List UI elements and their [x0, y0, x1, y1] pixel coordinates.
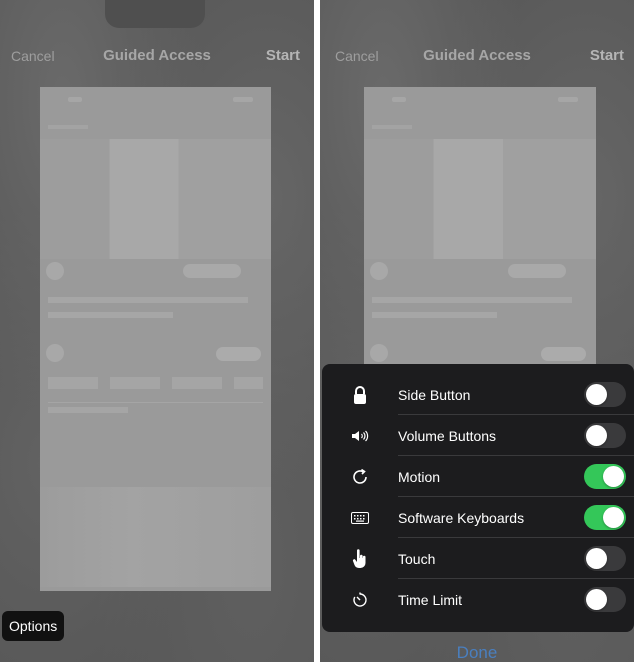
dynamic-island [105, 0, 205, 28]
preview-video [364, 139, 596, 259]
preview-divider [48, 402, 263, 403]
start-button[interactable]: Start [590, 47, 624, 64]
page-title: Guided Access [423, 47, 531, 64]
motion-toggle[interactable] [584, 464, 626, 489]
option-software-keyboards: Software Keyboards [322, 497, 634, 538]
option-label: Side Button [398, 386, 471, 403]
option-side-button: Side Button [322, 374, 634, 415]
preview-header [372, 125, 412, 129]
preview-header [48, 125, 88, 129]
preview-pill [216, 347, 261, 361]
lock-icon [348, 383, 372, 407]
rotate-icon [348, 465, 372, 489]
preview-channel-avatar [370, 262, 388, 280]
option-label: Motion [398, 468, 441, 485]
preview-avatar [46, 344, 64, 362]
preview-channel-avatar [46, 262, 64, 280]
nav-bar: Cancel Guided Access Start [0, 44, 314, 68]
guided-access-setup-screen: Cancel Guided Access Start Options [0, 0, 314, 662]
preview-subscribe-pill [508, 264, 566, 278]
preview-pill [541, 347, 586, 361]
option-touch: Touch [322, 538, 634, 579]
options-button[interactable]: Options [2, 611, 65, 641]
app-preview[interactable] [364, 87, 596, 369]
preview-subscribe-pill [183, 264, 241, 278]
preview-avatar [370, 344, 388, 362]
timer-icon [348, 588, 372, 612]
preview-title-line [48, 312, 173, 318]
preview-thumbnail [40, 487, 271, 587]
option-label: Time Limit [398, 591, 463, 608]
option-time-limit: Time Limit [322, 579, 634, 620]
option-label: Software Keyboards [398, 509, 525, 526]
keyboard-icon [348, 506, 372, 530]
options-panel: Side Button Volume Buttons Motion Softwa… [322, 364, 634, 632]
preview-video [40, 139, 271, 259]
preview-status-bar [364, 97, 596, 107]
touch-toggle[interactable] [584, 546, 626, 571]
option-label: Volume Buttons [398, 427, 497, 444]
time-limit-toggle[interactable] [584, 587, 626, 612]
done-button[interactable]: Done [320, 643, 634, 662]
preview-title-line [372, 297, 572, 303]
preview-status-bar [40, 97, 271, 107]
software-keyboards-toggle[interactable] [584, 505, 626, 530]
hand-pointer-icon [348, 547, 372, 571]
preview-comment [48, 407, 128, 413]
option-motion: Motion [322, 456, 634, 497]
speaker-icon [348, 424, 372, 448]
guided-access-options-screen: Cancel Guided Access Start Side Button V… [320, 0, 634, 662]
nav-bar: Cancel Guided Access Start [320, 44, 634, 68]
option-label: Touch [398, 550, 436, 567]
preview-title-line [372, 312, 497, 318]
side-button-toggle[interactable] [584, 382, 626, 407]
preview-title-line [48, 297, 248, 303]
preview-chips [48, 377, 263, 389]
start-button[interactable]: Start [266, 47, 300, 64]
volume-buttons-toggle[interactable] [584, 423, 626, 448]
app-preview[interactable] [40, 87, 271, 591]
option-volume-buttons: Volume Buttons [322, 415, 634, 456]
